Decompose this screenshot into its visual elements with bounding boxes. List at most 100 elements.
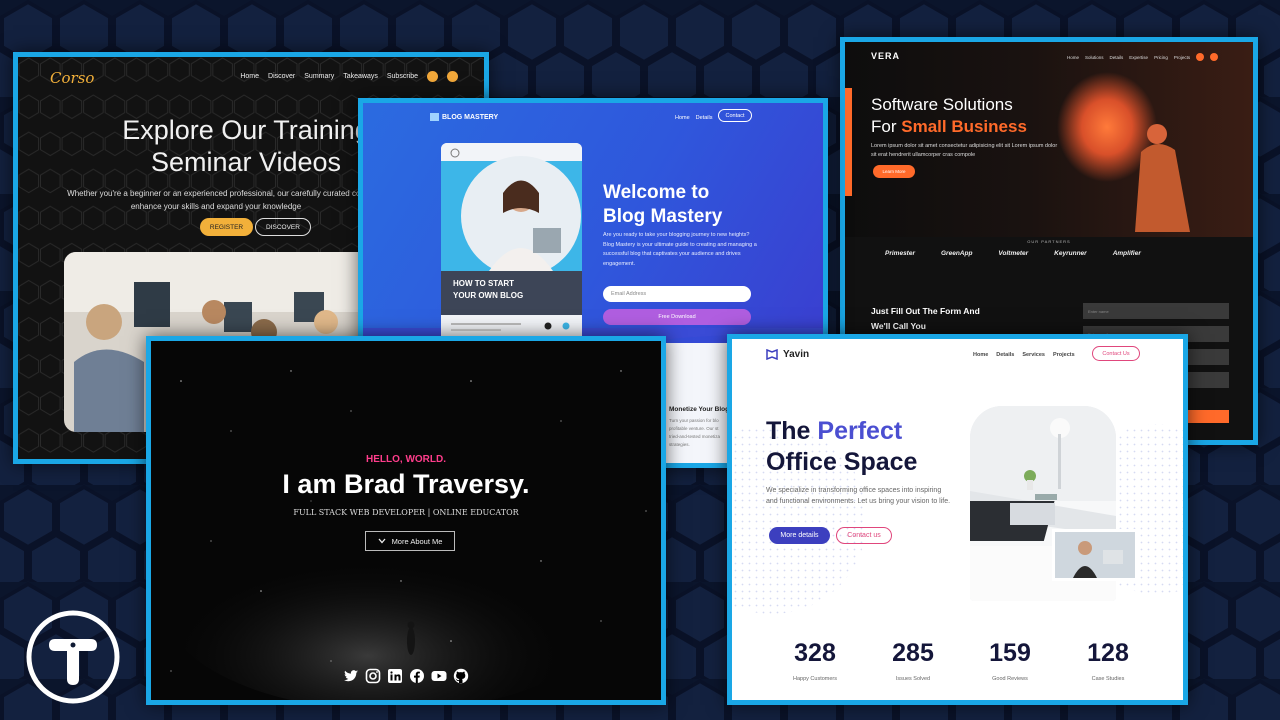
monetize-title: Monetize Your Blog <box>669 406 730 413</box>
vera-nav-expertise[interactable]: Expertise <box>1129 55 1148 60</box>
twitter-icon[interactable] <box>343 668 359 684</box>
yavin-title-line1: The Perfect <box>766 416 917 447</box>
yavin-nav-home[interactable]: Home <box>973 352 988 358</box>
discover-button[interactable]: DISCOVER <box>255 218 311 236</box>
learn-more-button[interactable]: Learn More <box>873 165 915 178</box>
youtube-icon[interactable] <box>431 668 447 684</box>
blog-card-line1: HOW TO START <box>453 279 515 288</box>
corso-nav-home[interactable]: Home <box>240 73 259 80</box>
blog-phone-mockup: HOW TO START YOUR OWN BLOG <box>441 143 582 343</box>
hello-world-label: HELLO, WORLD. <box>366 454 446 465</box>
more-about-me-button[interactable]: More About Me <box>365 531 455 551</box>
more-details-button[interactable]: More details <box>769 527 830 544</box>
vera-hero-background <box>845 42 1253 237</box>
corso-nav-takeaways[interactable]: Takeaways <box>343 73 378 80</box>
blog-nav-details[interactable]: Details <box>696 115 713 121</box>
corso-subtitle-line2: enhance your skills and expand your know… <box>130 202 302 211</box>
vera-title-line1: Software Solutions <box>871 95 1013 114</box>
blog-logo[interactable]: BLOG MASTERY <box>430 113 498 121</box>
brad-portfolio-preview[interactable]: HELLO, WORLD. I am Brad Traversy. FULL S… <box>146 336 666 705</box>
more-about-me-label: More About Me <box>391 536 443 546</box>
free-download-button[interactable]: Free Download <box>603 309 751 325</box>
partner-keyrunner: Keyrunner <box>1054 250 1087 257</box>
linkedin-icon[interactable] <box>387 668 403 684</box>
starfield-background <box>151 341 661 700</box>
yavin-title-prefix: The <box>766 417 818 445</box>
yavin-nav-projects[interactable]: Projects <box>1053 352 1075 358</box>
yavin-hero-title: The Perfect Office Space <box>766 416 917 478</box>
stat-case-studies-value: 128 <box>1087 639 1129 667</box>
corso-nav-subscribe[interactable]: Subscribe <box>387 73 418 80</box>
vera-title-prefix: For <box>871 117 902 136</box>
yavin-site-preview[interactable]: Yavin Home Details Services Projects Con… <box>727 334 1188 705</box>
brad-social-links <box>343 668 469 684</box>
vera-accent-bar <box>845 88 852 196</box>
vera-nav-details[interactable]: Details <box>1110 55 1124 60</box>
brad-name-title: I am Brad Traversy. <box>282 469 530 499</box>
twitter-icon[interactable] <box>447 71 458 82</box>
partner-greenapp: GreenApp <box>941 250 973 257</box>
yavin-logo-text: Yavin <box>783 349 810 360</box>
yavin-nav-details[interactable]: Details <box>996 352 1014 358</box>
blog-title-line1: Welcome to <box>603 182 710 203</box>
traversy-logo <box>26 610 120 704</box>
partner-amplifier: Amplifier <box>1112 250 1141 257</box>
vera-nav-solutions[interactable]: Solutions <box>1085 55 1104 60</box>
blog-title-line2: Blog Mastery <box>603 206 723 227</box>
partners-list: Primester GreenApp Voltmeter Keyrunner A… <box>885 250 1141 257</box>
blog-card-title: HOW TO START YOUR OWN BLOG <box>453 278 523 302</box>
blog-contact-button[interactable]: Contact <box>718 109 752 122</box>
corso-nav: Home Discover Summary Takeaways Subscrib… <box>240 71 458 82</box>
vera-form-title: Just Fill Out The Form And We'll Call Yo… <box>871 306 980 331</box>
stat-good-reviews-value: 159 <box>989 639 1031 667</box>
instagram-icon[interactable] <box>365 668 381 684</box>
vera-nav-pricing[interactable]: Pricing <box>1154 55 1168 60</box>
partner-voltmeter: Voltmeter <box>998 250 1029 257</box>
corso-nav-summary[interactable]: Summary <box>304 73 334 80</box>
stat-issues-solved-label: Issues Solved <box>895 676 931 682</box>
facebook-icon[interactable] <box>409 668 425 684</box>
blog-hero-title: Welcome to Blog Mastery <box>603 181 763 229</box>
github-icon[interactable] <box>453 668 469 684</box>
blog-card-line2: YOUR OWN BLOG <box>453 291 524 300</box>
vera-title-line2: For Small Business <box>871 116 1027 138</box>
yavin-nav: Home Details Services Projects <box>973 352 1075 358</box>
corso-hero-subtitle: Whether you're a beginner or an experien… <box>46 187 386 213</box>
corso-nav-discover[interactable]: Discover <box>268 73 295 80</box>
vera-title-highlight: Small Business <box>901 117 1027 136</box>
yavin-contact-button[interactable]: Contact Us <box>1092 346 1140 361</box>
twitter-icon[interactable] <box>1210 53 1219 61</box>
blog-logo-icon <box>430 113 439 121</box>
contact-us-button[interactable]: Contact us <box>836 527 892 544</box>
stat-happy-customers-value: 328 <box>794 639 836 667</box>
vera-nav-home[interactable]: Home <box>1067 55 1079 60</box>
office-worker-photo <box>1052 529 1138 581</box>
stat-happy-customers-label: Happy Customers <box>792 676 838 682</box>
email-input[interactable]: Email Address <box>603 286 751 302</box>
facebook-icon[interactable] <box>427 71 438 82</box>
stat-issues-solved-value: 285 <box>892 639 934 667</box>
chevron-down-icon <box>378 538 386 544</box>
stat-case-studies-label: Case Studies <box>1091 676 1125 682</box>
blog-nav-home[interactable]: Home <box>675 115 690 121</box>
partners-title: OUR PARTNERS <box>1027 239 1071 244</box>
vera-nav-projects[interactable]: Projects <box>1174 55 1190 60</box>
blog-logo-text: BLOG MASTERY <box>442 113 499 121</box>
blog-nav: Home Details <box>675 115 712 121</box>
yavin-logo[interactable]: Yavin <box>766 349 809 360</box>
yavin-nav-services[interactable]: Services <box>1022 352 1045 358</box>
yavin-title-highlight: Perfect <box>817 417 903 445</box>
blog-hero-text: Are you ready to take your blogging jour… <box>603 232 757 267</box>
brad-role-subtitle: FULL STACK WEB DEVELOPER | ONLINE EDUCAT… <box>293 508 519 517</box>
vera-hero-text: Lorem ipsum dolor sit amet consectetur a… <box>871 143 1058 158</box>
name-field[interactable]: Enter name <box>1083 303 1229 319</box>
monetize-text: Turn your passion for blo profitable ven… <box>669 418 721 447</box>
yavin-hero-text: We specialize in transforming office spa… <box>766 487 951 505</box>
register-button[interactable]: REGISTER <box>200 218 253 236</box>
facebook-icon[interactable] <box>1196 53 1205 61</box>
corso-subtitle-line1: Whether you're a beginner or an experien… <box>67 189 365 198</box>
vera-logo[interactable]: VERA <box>871 51 900 61</box>
corso-logo[interactable]: Corso <box>50 69 94 87</box>
stat-good-reviews-label: Good Reviews <box>992 676 1028 682</box>
vera-nav: Home Solutions Details Expertise Pricing… <box>1067 53 1219 61</box>
